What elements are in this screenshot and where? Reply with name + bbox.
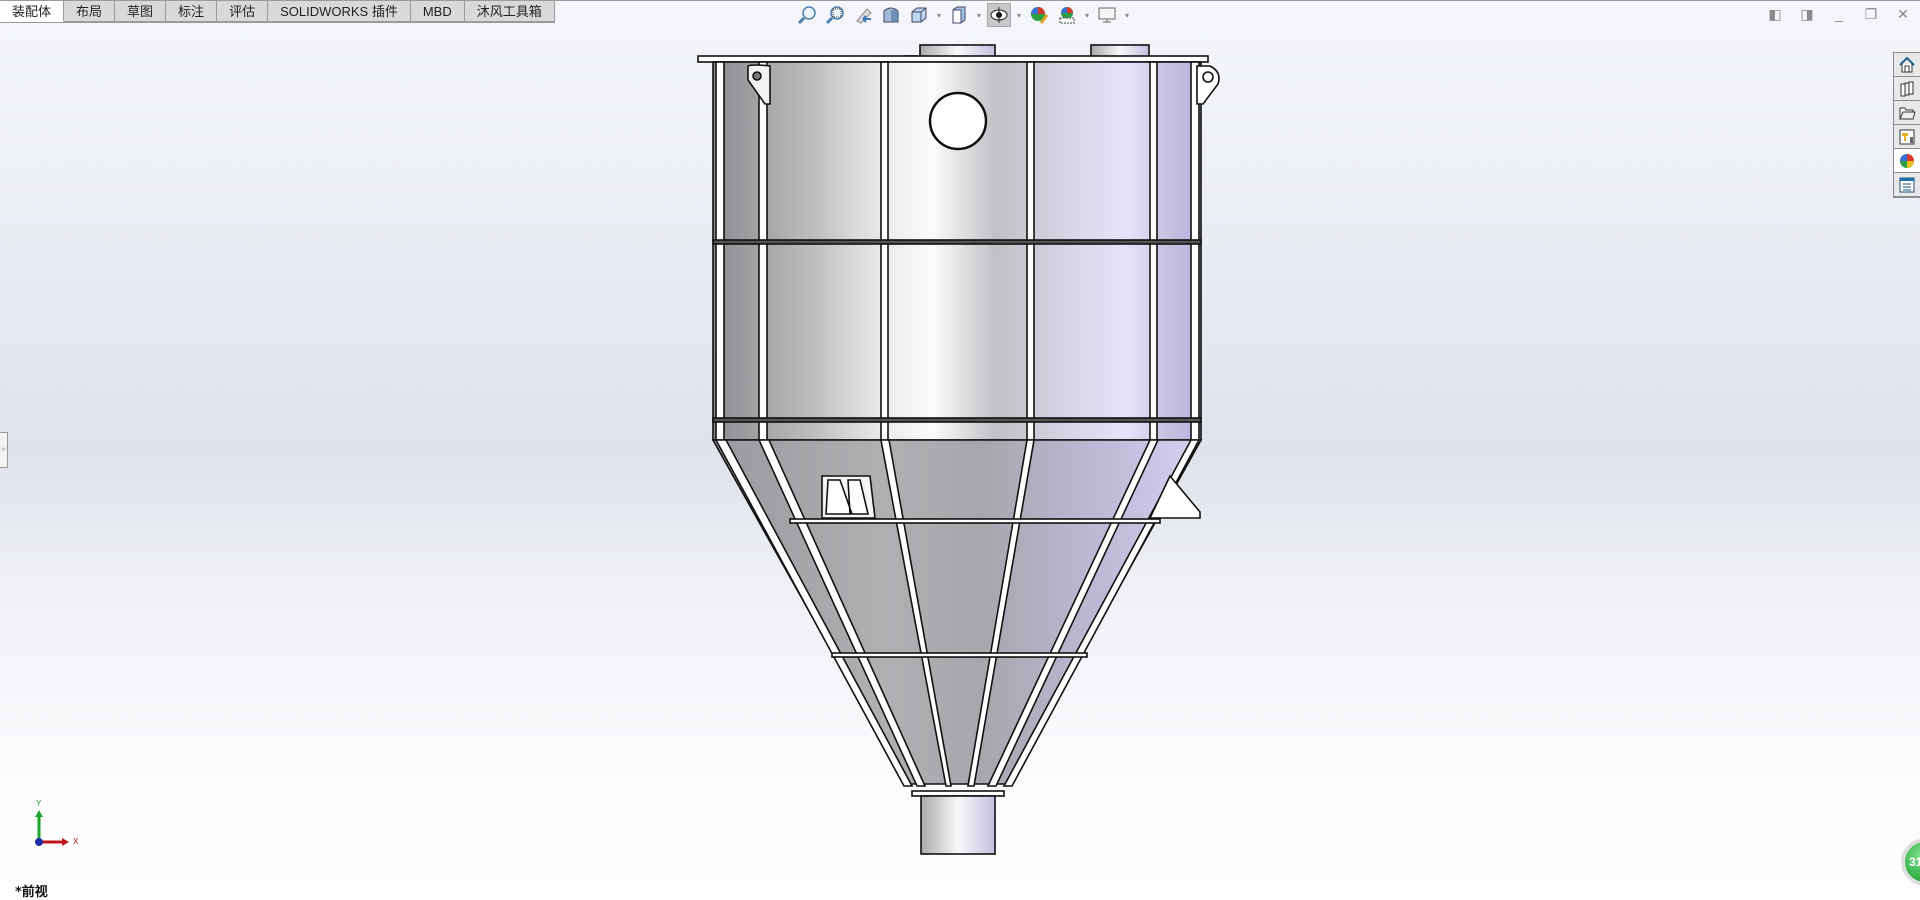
view-orientation-label: *前视 <box>15 885 48 900</box>
cone-ring-upper <box>789 518 1161 524</box>
outlet-pipe <box>920 795 996 855</box>
cone-ring-lower <box>831 652 1088 658</box>
upper-band <box>712 239 1202 245</box>
coordinate-triad: Y X <box>35 799 79 846</box>
silo-hopper-model: Y X <box>35 44 1220 855</box>
manhole-opening <box>928 91 988 151</box>
triad-x-label: X <box>73 837 79 846</box>
top-cover-plate <box>697 55 1209 63</box>
lower-band <box>712 417 1202 423</box>
triad-y-label: Y <box>36 799 42 808</box>
